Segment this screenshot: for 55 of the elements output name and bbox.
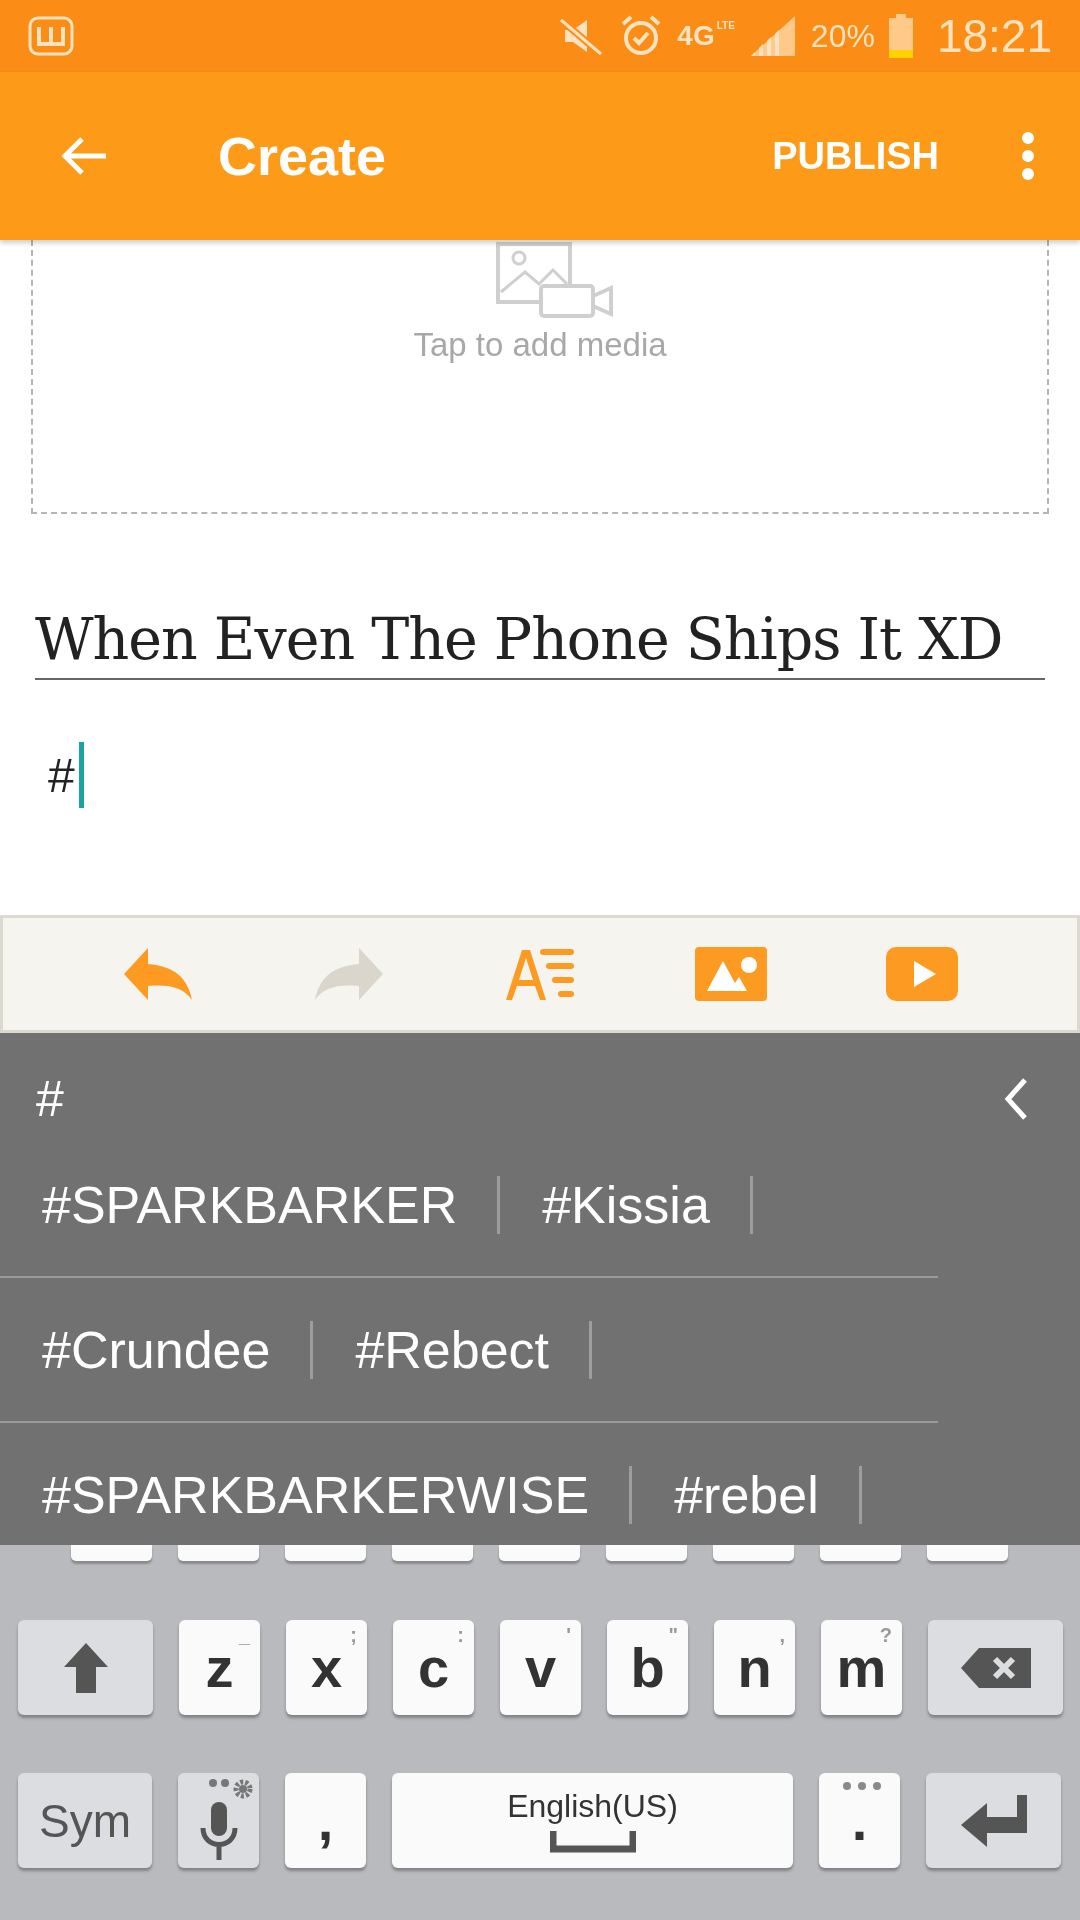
photo-video-icon xyxy=(495,242,615,318)
keyboard-key[interactable] xyxy=(606,1545,687,1561)
backspace-icon xyxy=(960,1647,1031,1688)
image-icon[interactable] xyxy=(694,947,767,1001)
story-body-field[interactable]: # xyxy=(48,742,1032,808)
letter-key[interactable]: _ z xyxy=(179,1620,260,1715)
keyboard-key[interactable] xyxy=(71,1545,152,1561)
hashtag-suggestion[interactable]: #Crundee xyxy=(42,1319,311,1380)
hashtag-suggestion[interactable]: #rebel xyxy=(674,1464,859,1525)
space-key[interactable]: English(US) xyxy=(392,1773,793,1868)
keyboard-key[interactable] xyxy=(713,1545,794,1561)
story-title-field[interactable]: When Even The Phone Ships It XD xyxy=(35,606,1045,680)
battery-icon xyxy=(888,14,913,58)
hashtag-suggestion[interactable]: #Kissia xyxy=(542,1174,750,1235)
settings-icon xyxy=(209,1777,255,1801)
keyboard-key[interactable] xyxy=(178,1545,259,1561)
video-icon[interactable] xyxy=(885,947,958,1001)
letter-key[interactable]: , xyxy=(285,1773,366,1868)
enter-icon xyxy=(960,1792,1027,1849)
letter-key[interactable]: : c xyxy=(393,1620,474,1715)
undo-icon[interactable] xyxy=(122,946,195,1002)
hashtag-query: # xyxy=(36,1070,64,1128)
more-symbols-icon xyxy=(842,1781,882,1791)
hashtag-suggestion[interactable]: #SPARKBARKERWISE xyxy=(42,1464,630,1525)
backspace-key[interactable] xyxy=(928,1620,1063,1715)
clock-time: 18:21 xyxy=(936,9,1052,63)
voice-input-key[interactable] xyxy=(178,1773,259,1868)
letter-key[interactable]: ' v xyxy=(500,1620,581,1715)
app-notification-icon xyxy=(28,16,74,56)
chevron-left-icon[interactable] xyxy=(1004,1077,1028,1121)
network-subtype: LTE xyxy=(716,20,735,31)
hashtag-suggestion[interactable]: #Rebect xyxy=(355,1319,590,1380)
space-bar-icon xyxy=(549,1831,636,1853)
media-placeholder: Tap to add media xyxy=(413,326,667,364)
letter-key[interactable]: ; x xyxy=(286,1620,367,1715)
shift-key[interactable] xyxy=(18,1620,153,1715)
battery-percentage: 20% xyxy=(810,17,875,55)
enter-key[interactable] xyxy=(926,1773,1061,1868)
keyboard-key[interactable] xyxy=(285,1545,366,1561)
letter-key[interactable]: " b xyxy=(607,1620,688,1715)
text-format-icon[interactable] xyxy=(504,946,576,1002)
screen-title: Create xyxy=(218,125,387,187)
microphone-icon xyxy=(198,1801,239,1860)
keyboard-key[interactable] xyxy=(499,1545,580,1561)
keyboard-key[interactable] xyxy=(820,1545,901,1561)
network-type: 4G xyxy=(677,20,715,52)
letter-key[interactable]: , n xyxy=(714,1620,795,1715)
keyboard-key[interactable] xyxy=(392,1545,473,1561)
back-icon[interactable] xyxy=(60,136,108,176)
period-key[interactable]: . xyxy=(819,1773,900,1868)
keyboard-key[interactable] xyxy=(927,1545,1008,1561)
letter-key[interactable]: ? m xyxy=(821,1620,902,1715)
symbols-key[interactable]: Sym xyxy=(18,1773,152,1868)
hashtag-suggestion[interactable]: #SPARKBARKER xyxy=(42,1174,498,1235)
more-options-icon[interactable] xyxy=(1021,132,1035,180)
